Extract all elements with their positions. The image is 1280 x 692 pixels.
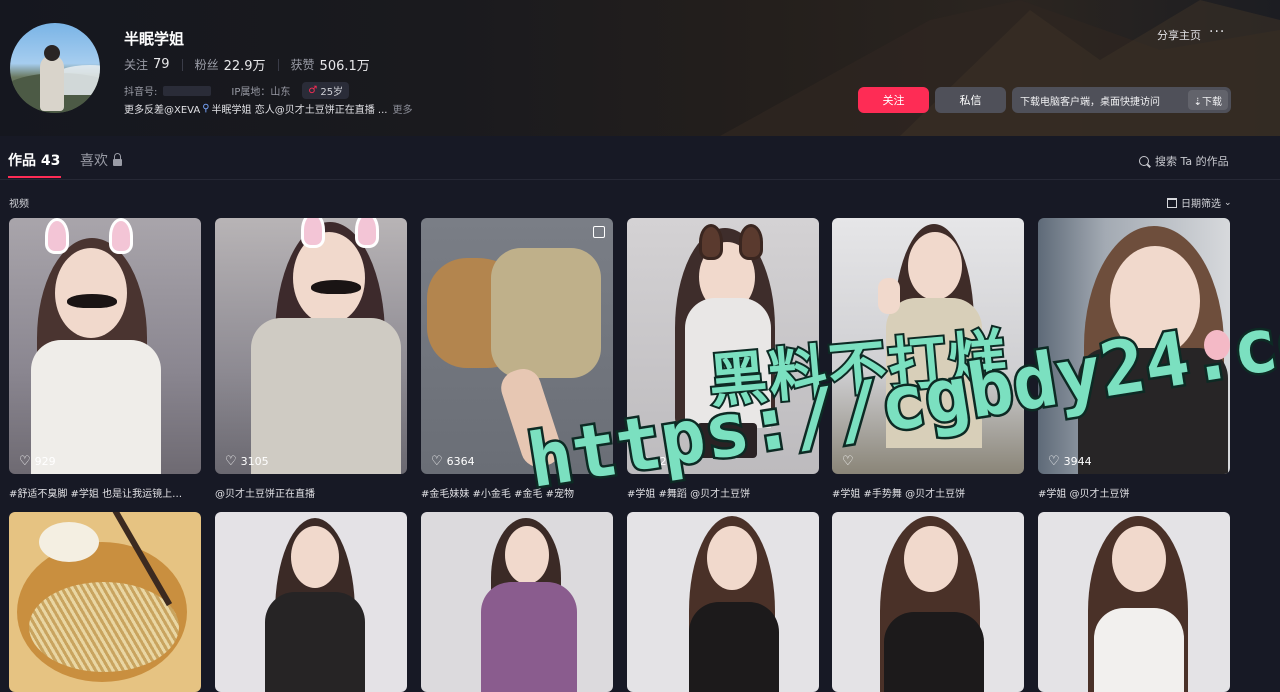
date-filter-label: 日期筛选 — [1181, 199, 1221, 210]
video-card[interactable] — [421, 512, 613, 692]
video-card[interactable] — [215, 512, 407, 692]
search-placeholder: 搜索 Ta 的作品 — [1155, 155, 1229, 168]
like-count-text: 3105 — [240, 455, 269, 468]
profile-meta: 抖音号: IP属地：山东 ♂ 25岁 — [124, 82, 350, 99]
profile-name: 半眠学姐 — [124, 30, 185, 48]
like-count: ♡ 3944 — [1048, 454, 1092, 469]
following-label[interactable]: 关注 — [124, 56, 148, 73]
video-card[interactable] — [9, 512, 201, 692]
download-button[interactable]: ⇣下载 — [1187, 90, 1228, 110]
tab-works[interactable]: 作品 43 — [8, 150, 60, 170]
douyin-id-blurred — [163, 85, 212, 96]
bio-text-1: 更多反差@XEVA — [124, 105, 201, 116]
chevron-down-icon: ⌄ — [1224, 197, 1232, 208]
download-hint-text: 下载电脑客户端，桌面快捷访问 — [1020, 96, 1160, 108]
tabs-divider — [0, 179, 1280, 180]
section-label-videos: 视频 — [9, 199, 29, 210]
ip-location: IP属地：山东 — [231, 87, 291, 98]
video-caption[interactable]: #学姐 #手势舞 @贝才土豆饼 — [832, 485, 1024, 500]
douyin-id-label: 抖音号: — [124, 87, 158, 98]
video-caption[interactable]: #学姐 #舞蹈 @贝才土豆饼 — [627, 485, 819, 500]
video-card[interactable] — [627, 512, 819, 692]
video-card[interactable] — [1038, 512, 1230, 692]
likes-label: 获赞 — [290, 58, 315, 72]
profile-bio: 更多反差@XEVA ⚲ 半眠学姐 恋人@贝才土豆饼正在直播 ... 更多 — [124, 101, 412, 116]
like-count-text: 6364 — [446, 455, 475, 468]
divider — [277, 58, 279, 71]
header-background-mountain — [720, 0, 1280, 136]
search-icon: ⚲ — [202, 103, 210, 114]
fans-label[interactable]: 粉丝 — [195, 56, 219, 73]
video-card[interactable] — [832, 512, 1024, 692]
search-icon — [1139, 156, 1149, 166]
following-count[interactable]: 79 — [153, 57, 170, 72]
like-count: ♡ 929 — [19, 454, 56, 469]
bio-more-link[interactable]: 更多 — [392, 101, 412, 116]
like-count: ♡ 3105 — [225, 454, 269, 469]
likes-count: 506.1万 — [319, 59, 370, 74]
heart-icon: ♡ — [19, 454, 31, 469]
message-button[interactable]: 私信 — [935, 87, 1006, 113]
divider — [181, 58, 183, 71]
active-tab-indicator — [8, 176, 61, 178]
heart-icon: ♡ — [225, 454, 237, 469]
heart-icon: ♡ — [1048, 454, 1060, 469]
avatar[interactable] — [10, 23, 100, 113]
video-caption[interactable]: @贝才土豆饼正在直播 — [215, 485, 407, 500]
tab-likes-label: 喜欢 — [80, 153, 108, 169]
lock-icon — [113, 152, 122, 166]
gender-icon: ♂ — [308, 85, 318, 96]
tab-likes[interactable]: 喜欢 — [80, 150, 122, 170]
download-client-banner: 下载电脑客户端，桌面快捷访问 ⇣下载 — [1012, 87, 1231, 113]
heart-icon: ♡ — [842, 454, 854, 469]
date-filter-dropdown[interactable]: 日期筛选 ⌄ — [1167, 195, 1232, 210]
calendar-icon — [1167, 197, 1177, 208]
like-count-text: 929 — [34, 455, 56, 468]
follow-button[interactable]: 关注 — [858, 87, 929, 113]
like-count-text: 3944 — [1063, 455, 1092, 468]
like-count: ♡ 6364 — [431, 454, 475, 469]
age-text: 25岁 — [320, 87, 344, 98]
more-options-icon[interactable]: ··· — [1209, 24, 1225, 40]
multi-image-icon — [593, 226, 605, 238]
heart-icon: ♡ — [431, 454, 443, 469]
age-badge: ♂ 25岁 — [302, 82, 350, 99]
video-card[interactable]: ♡ 929 — [9, 218, 201, 474]
search-works[interactable]: 搜索 Ta 的作品 — [1139, 153, 1229, 169]
bio-text-2: 半眠学姐 恋人@贝才土豆饼正在直播 ... — [211, 105, 388, 116]
like-count: ♡ — [842, 454, 858, 469]
video-caption[interactable]: #舒适不臭脚 #学姐 也是让我运镜上… — [9, 485, 201, 500]
video-caption[interactable]: #学姐 @贝才土豆饼 — [1038, 485, 1230, 500]
share-profile-button[interactable]: 分享主页 — [1157, 27, 1201, 43]
fans-count[interactable]: 22.9万 — [224, 55, 266, 74]
video-card[interactable]: ♡ 3105 — [215, 218, 407, 474]
profile-stats: 关注 79 粉丝 22.9万 获赞 506.1万 — [124, 55, 370, 74]
